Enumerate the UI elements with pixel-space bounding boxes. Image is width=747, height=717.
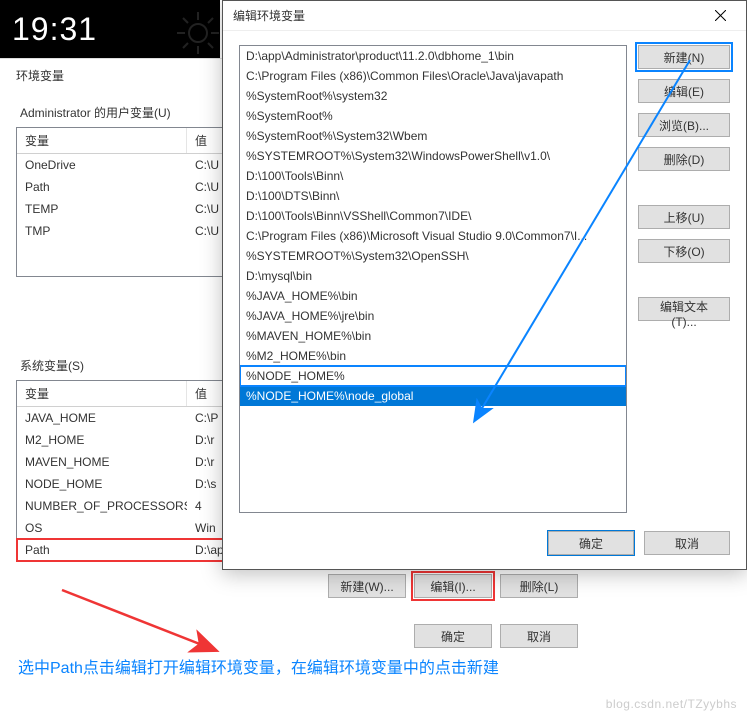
dialog-ok-button[interactable]: 确定 — [548, 531, 634, 555]
path-item[interactable]: D:\100\Tools\Binn\ — [240, 166, 626, 186]
dialog-titlebar[interactable]: 编辑环境变量 — [223, 1, 746, 31]
envwin-footer: 确定 取消 — [16, 624, 584, 648]
path-edit-input[interactable] — [240, 386, 626, 406]
sys-btn-row: 新建(W)... 编辑(I)... 删除(L) — [16, 574, 584, 598]
var-name: NODE_HOME — [17, 475, 187, 493]
var-name: M2_HOME — [17, 431, 187, 449]
path-item[interactable]: D:\100\Tools\Binn\VSShell\Common7\IDE\ — [240, 206, 626, 226]
envwin-cancel-button[interactable]: 取消 — [500, 624, 578, 648]
path-list[interactable]: D:\app\Administrator\product\11.2.0\dbho… — [239, 45, 627, 513]
col-var: 变量 — [17, 128, 187, 153]
path-item[interactable]: %SYSTEMROOT%\System32\WindowsPowerShell\… — [240, 146, 626, 166]
edit-env-dialog: 编辑环境变量 D:\app\Administrator\product\11.2… — [222, 0, 747, 570]
desktop-topbar: 19:31 — [0, 0, 220, 58]
var-name: Path — [17, 541, 187, 559]
delete-entry-button[interactable]: 删除(D) — [638, 147, 730, 171]
envwin-ok-button[interactable]: 确定 — [414, 624, 492, 648]
path-item[interactable]: %MAVEN_HOME%\bin — [240, 326, 626, 346]
path-item[interactable]: D:\app\Administrator\product\11.2.0\dbho… — [240, 46, 626, 66]
path-item[interactable]: D:\100\DTS\Binn\ — [240, 186, 626, 206]
edit-entry-button[interactable]: 编辑(E) — [638, 79, 730, 103]
path-item[interactable] — [240, 386, 626, 406]
path-item[interactable]: %M2_HOME%\bin — [240, 346, 626, 366]
var-name: Path — [17, 178, 187, 196]
col-var: 变量 — [17, 381, 187, 406]
var-name: TMP — [17, 222, 187, 240]
annotation-text: 选中Path点击编辑打开编辑环境变量，在编辑环境变量中的点击新建 — [18, 654, 499, 678]
path-item[interactable]: C:\Program Files (x86)\Microsoft Visual … — [240, 226, 626, 246]
path-item[interactable]: %NODE_HOME% — [240, 366, 626, 386]
dialog-side-buttons: 新建(N) 编辑(E) 浏览(B)... 删除(D) 上移(U) 下移(O) 编… — [638, 45, 730, 321]
var-name: NUMBER_OF_PROCESSORS — [17, 497, 187, 515]
path-item[interactable]: D:\mysql\bin — [240, 266, 626, 286]
watermark: blog.csdn.net/TZyybhs — [606, 697, 737, 711]
path-item[interactable]: %SystemRoot%\System32\Wbem — [240, 126, 626, 146]
move-up-button[interactable]: 上移(U) — [638, 205, 730, 229]
close-icon — [715, 10, 726, 21]
browse-button[interactable]: 浏览(B)... — [638, 113, 730, 137]
path-item[interactable]: %SystemRoot% — [240, 106, 626, 126]
dialog-footer: 确定 取消 — [548, 531, 730, 555]
path-item[interactable]: %JAVA_HOME%\jre\bin — [240, 306, 626, 326]
var-name: MAVEN_HOME — [17, 453, 187, 471]
new-sysvar-button[interactable]: 新建(W)... — [328, 574, 406, 598]
var-name: JAVA_HOME — [17, 409, 187, 427]
edit-sysvar-button[interactable]: 编辑(I)... — [414, 574, 492, 598]
clock-time: 19:31 — [12, 11, 97, 48]
move-down-button[interactable]: 下移(O) — [638, 239, 730, 263]
var-name: OS — [17, 519, 187, 537]
dialog-cancel-button[interactable]: 取消 — [644, 531, 730, 555]
dialog-title: 编辑环境变量 — [233, 7, 305, 24]
new-entry-button[interactable]: 新建(N) — [638, 45, 730, 69]
path-item[interactable]: %SystemRoot%\system32 — [240, 86, 626, 106]
path-item[interactable]: %JAVA_HOME%\bin — [240, 286, 626, 306]
dialog-body: D:\app\Administrator\product\11.2.0\dbho… — [223, 31, 746, 569]
edit-text-button[interactable]: 编辑文本(T)... — [638, 297, 730, 321]
delete-sysvar-button[interactable]: 删除(L) — [500, 574, 578, 598]
path-item[interactable]: %SYSTEMROOT%\System32\OpenSSH\ — [240, 246, 626, 266]
path-item[interactable]: C:\Program Files (x86)\Common Files\Orac… — [240, 66, 626, 86]
var-name: TEMP — [17, 200, 187, 218]
close-button[interactable] — [700, 2, 740, 30]
var-name: OneDrive — [17, 156, 187, 174]
